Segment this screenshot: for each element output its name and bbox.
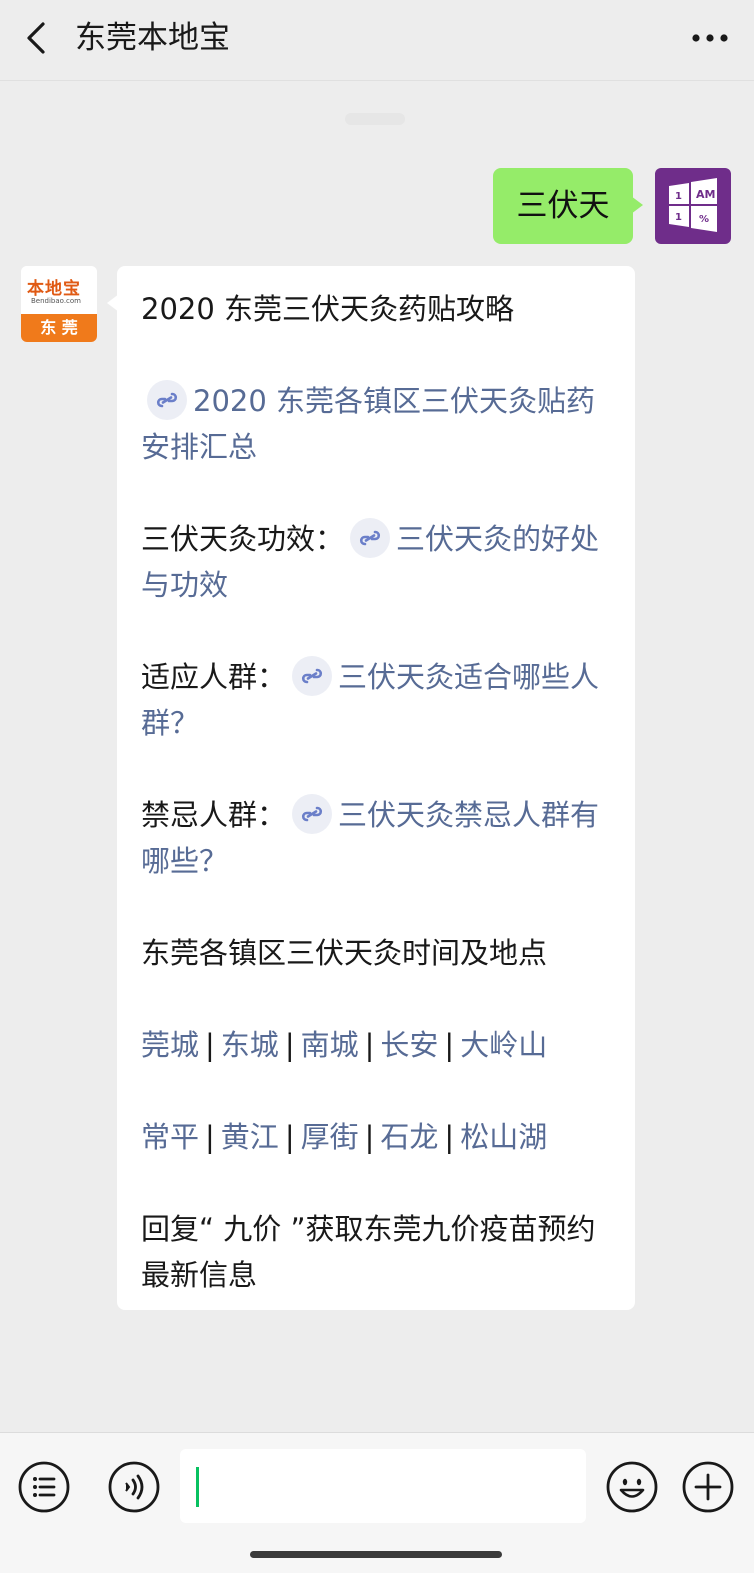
mini-program-link-icon: [292, 794, 333, 834]
reply-title: 2020 东莞三伏天灸药贴攻略: [141, 292, 515, 326]
official-account-avatar[interactable]: 本地宝 Bendibao.com 东 莞: [21, 266, 97, 342]
emoji-button[interactable]: [604, 1459, 660, 1515]
town-link[interactable]: 常平: [141, 1120, 199, 1154]
separator: |: [364, 1120, 375, 1154]
town-link[interactable]: 厚街: [301, 1120, 359, 1154]
towns-row-1: 莞城 | 东城 | 南城 | 长安 | 大岭山: [141, 1022, 613, 1068]
separator: |: [205, 1120, 215, 1154]
plus-circle-icon: [682, 1461, 734, 1513]
list-menu-icon: [18, 1461, 70, 1513]
towns-heading: 东莞各镇区三伏天灸时间及地点: [141, 936, 548, 970]
home-indicator[interactable]: [250, 1551, 502, 1558]
top-bar: 东莞本地宝: [0, 0, 754, 81]
town-link[interactable]: 南城: [301, 1028, 359, 1062]
efficacy-label: 三伏天灸功效：: [141, 522, 345, 556]
voice-icon: [108, 1461, 160, 1513]
user-avatar[interactable]: 1 AM 1 %: [655, 168, 731, 244]
avatar-url-text: Bendibao.com: [31, 297, 82, 305]
town-link[interactable]: 黄江: [221, 1120, 279, 1154]
back-button[interactable]: [18, 18, 58, 58]
town-link[interactable]: 长安: [380, 1028, 438, 1062]
separator: |: [284, 1120, 295, 1154]
input-bar: [0, 1432, 754, 1573]
svg-text:1: 1: [675, 191, 682, 202]
reply-hint: 回复“ 九价 ”获取东莞九价疫苗预约最新信息: [141, 1212, 596, 1292]
more-button[interactable]: [688, 22, 732, 54]
reply-item-summary: 2020 东莞各镇区三伏天灸贴药安排汇总: [141, 378, 613, 470]
svg-text:%: %: [699, 214, 709, 225]
separator: |: [284, 1028, 295, 1062]
separator: |: [444, 1028, 455, 1062]
windows-am-icon: 1 AM 1 %: [669, 178, 717, 232]
reply-item-efficacy: 三伏天灸功效： 三伏天灸的好处与功效: [141, 516, 613, 608]
outgoing-message-text: 三伏天: [516, 188, 610, 224]
chat-title: 东莞本地宝: [75, 20, 230, 56]
suitable-label: 适应人群：: [141, 660, 287, 694]
voice-button[interactable]: [106, 1459, 162, 1515]
avatar-brand-text: 本地宝: [27, 279, 81, 299]
incoming-message: 2020 东莞三伏天灸药贴攻略 2020 东莞各镇区三伏天灸贴药安排汇总 三伏天…: [107, 266, 635, 1310]
avatar-city-text: 东 莞: [21, 314, 97, 342]
forbidden-label: 禁忌人群：: [141, 798, 287, 832]
town-link[interactable]: 东城: [221, 1028, 279, 1062]
text-caret: [196, 1467, 199, 1507]
outgoing-message[interactable]: 三伏天: [493, 168, 643, 244]
mini-program-link-icon: [147, 380, 187, 420]
separator: |: [205, 1028, 215, 1062]
mini-program-link-icon: [350, 518, 391, 558]
reply-item-suitable: 适应人群： 三伏天灸适合哪些人群？: [141, 654, 613, 746]
reply-item-forbidden: 禁忌人群： 三伏天灸禁忌人群有哪些？: [141, 792, 613, 884]
separator: |: [364, 1028, 375, 1062]
svg-text:AM: AM: [696, 188, 715, 201]
town-link[interactable]: 大岭山: [460, 1028, 547, 1062]
town-link[interactable]: 石龙: [380, 1120, 438, 1154]
chevron-left-icon: [27, 22, 45, 54]
message-input[interactable]: [180, 1449, 586, 1523]
emoji-icon: [606, 1461, 658, 1513]
menu-button[interactable]: [16, 1459, 72, 1515]
add-button[interactable]: [680, 1459, 736, 1515]
mini-program-link-icon: [292, 656, 333, 696]
separator: |: [444, 1120, 455, 1154]
more-horizontal-icon: [692, 34, 728, 42]
towns-row-2: 常平 | 黄江 | 厚街 | 石龙 | 松山湖: [141, 1114, 613, 1160]
summary-link[interactable]: 2020 东莞各镇区三伏天灸贴药安排汇总: [141, 384, 595, 464]
timestamp-placeholder: [345, 113, 405, 125]
town-link[interactable]: 松山湖: [460, 1120, 547, 1154]
town-link[interactable]: 莞城: [141, 1028, 199, 1062]
svg-text:1: 1: [675, 212, 682, 223]
